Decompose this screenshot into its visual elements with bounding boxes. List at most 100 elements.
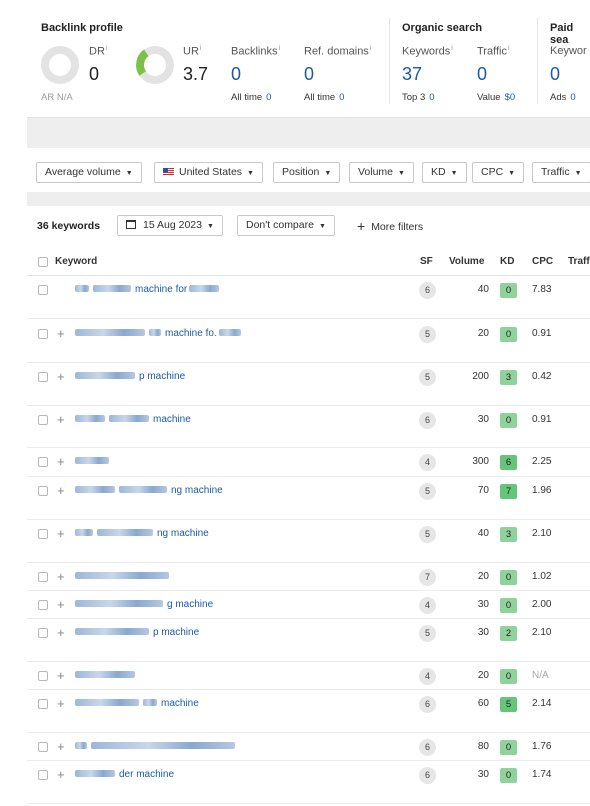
row-checkbox[interactable] bbox=[38, 529, 48, 539]
country-dropdown[interactable]: United States ▼ bbox=[154, 162, 263, 183]
table-row[interactable]: +4 20 0 N/A bbox=[27, 662, 590, 690]
keyword-link[interactable]: p machine bbox=[75, 627, 199, 638]
keyword-link[interactable] bbox=[75, 456, 113, 467]
sf-badge[interactable]: 7 bbox=[419, 569, 436, 586]
sf-badge[interactable]: 5 bbox=[419, 625, 436, 642]
sf-badge[interactable]: 5 bbox=[419, 483, 436, 500]
col-cpc[interactable]: CPC bbox=[532, 256, 553, 267]
keyword-text: ng machine bbox=[171, 485, 223, 496]
expand-plus-icon[interactable]: + bbox=[57, 768, 65, 781]
table-row[interactable]: + p machine 5 200 3 0.42 bbox=[27, 363, 590, 406]
row-checkbox[interactable] bbox=[38, 671, 48, 681]
expand-plus-icon[interactable]: + bbox=[57, 413, 65, 426]
sf-badge[interactable]: 4 bbox=[419, 454, 436, 471]
kd-filter[interactable]: KD ▼ bbox=[422, 162, 467, 183]
keyword-link[interactable]: machine bbox=[75, 698, 199, 709]
row-checkbox[interactable] bbox=[38, 699, 48, 709]
volume-cell: 20 bbox=[477, 571, 489, 582]
table-row[interactable]: + machine fo. 5 20 0 0.91 bbox=[27, 320, 590, 363]
compare-dropdown[interactable]: Don't compare ▼ bbox=[237, 215, 335, 236]
table-row[interactable]: +7 20 0 1.02 bbox=[27, 563, 590, 591]
col-keyword[interactable]: Keyword bbox=[55, 256, 97, 267]
expand-plus-icon[interactable]: + bbox=[57, 669, 65, 682]
keyword-link[interactable] bbox=[75, 670, 139, 681]
sf-badge[interactable]: 6 bbox=[419, 739, 436, 756]
expand-plus-icon[interactable]: + bbox=[57, 527, 65, 540]
keyword-link[interactable]: ng machine bbox=[75, 528, 209, 539]
expand-plus-icon[interactable]: + bbox=[57, 570, 65, 583]
info-icon: i bbox=[451, 45, 453, 52]
col-volume[interactable]: Volume bbox=[449, 256, 484, 267]
refdomains-value[interactable]: 0 bbox=[304, 64, 314, 85]
keyword-link[interactable]: g machine bbox=[75, 599, 213, 610]
paid-keywords-value[interactable]: 0 bbox=[550, 64, 560, 85]
row-checkbox[interactable] bbox=[38, 600, 48, 610]
table-row[interactable]: +6 80 0 1.76 bbox=[27, 733, 590, 761]
keyword-link[interactable]: der machine bbox=[75, 769, 174, 780]
keyword-link[interactable] bbox=[75, 571, 173, 582]
date-picker[interactable]: 15 Aug 2023 ▼ bbox=[117, 215, 223, 236]
col-traffic[interactable]: Traff bbox=[568, 256, 590, 267]
expand-plus-icon[interactable]: + bbox=[57, 327, 65, 340]
row-checkbox[interactable] bbox=[38, 572, 48, 582]
row-checkbox[interactable] bbox=[38, 770, 48, 780]
row-checkbox[interactable] bbox=[38, 742, 48, 752]
table-row[interactable]: + g machine 4 30 0 2.00 bbox=[27, 591, 590, 619]
table-row[interactable]: + p machine 5 30 2 2.10 bbox=[27, 619, 590, 662]
keyword-link[interactable]: machine fo. bbox=[75, 328, 245, 339]
keyword-link[interactable] bbox=[75, 741, 239, 752]
sf-badge[interactable]: 6 bbox=[419, 696, 436, 713]
keyword-link[interactable]: machine for bbox=[75, 284, 223, 295]
sf-badge[interactable]: 6 bbox=[419, 767, 436, 784]
more-filters-button[interactable]: + More filters bbox=[357, 218, 423, 234]
sf-badge[interactable]: 5 bbox=[419, 526, 436, 543]
sf-badge[interactable]: 4 bbox=[419, 668, 436, 685]
expand-plus-icon[interactable]: + bbox=[57, 370, 65, 383]
col-sf[interactable]: SF bbox=[420, 256, 433, 267]
select-all-checkbox[interactable] bbox=[38, 257, 48, 267]
redacted-text bbox=[75, 742, 87, 749]
expand-plus-icon[interactable]: + bbox=[57, 484, 65, 497]
table-row[interactable]: +4 300 6 2.25 bbox=[27, 448, 590, 477]
keyword-link[interactable]: machine bbox=[75, 414, 191, 425]
organic-search-title: Organic search bbox=[402, 22, 483, 34]
keyword-link[interactable]: ng machine bbox=[75, 485, 223, 496]
col-kd[interactable]: KD bbox=[500, 256, 514, 267]
volume-cell: 40 bbox=[477, 528, 489, 539]
sf-badge[interactable]: 5 bbox=[419, 326, 436, 343]
table-row[interactable]: + ng machine 5 40 3 2.10 bbox=[27, 520, 590, 563]
volume-filter[interactable]: Volume ▼ bbox=[349, 162, 414, 183]
row-checkbox[interactable] bbox=[38, 628, 48, 638]
filter-bar: Average volume ▼ United States ▼ Position ▼… bbox=[27, 148, 590, 192]
position-filter[interactable]: Position ▼ bbox=[273, 162, 341, 183]
table-row[interactable]: + ng machine 5 70 7 1.96 bbox=[27, 477, 590, 520]
row-checkbox[interactable] bbox=[38, 457, 48, 467]
sf-badge[interactable]: 4 bbox=[419, 597, 436, 614]
row-checkbox[interactable] bbox=[38, 329, 48, 339]
organic-keywords-value[interactable]: 37 bbox=[402, 64, 422, 85]
expand-plus-icon[interactable]: + bbox=[57, 626, 65, 639]
table-row[interactable]: + der machine 6 30 0 1.74 bbox=[27, 761, 590, 804]
sf-badge[interactable]: 5 bbox=[419, 369, 436, 386]
average-volume-dropdown[interactable]: Average volume ▼ bbox=[36, 162, 142, 183]
row-checkbox[interactable] bbox=[38, 372, 48, 382]
row-checkbox[interactable] bbox=[38, 285, 48, 295]
sf-badge[interactable]: 6 bbox=[419, 282, 436, 299]
kd-badge: 0 bbox=[500, 327, 517, 342]
expand-plus-icon[interactable]: + bbox=[57, 697, 65, 710]
table-row[interactable]: + machine 6 60 5 2.14 bbox=[27, 690, 590, 733]
row-checkbox[interactable] bbox=[38, 486, 48, 496]
backlinks-value[interactable]: 0 bbox=[231, 64, 241, 85]
keyword-link[interactable]: p machine bbox=[75, 371, 185, 382]
expand-plus-icon[interactable]: + bbox=[57, 455, 65, 468]
table-row[interactable]: + machine 6 30 0 0.91 bbox=[27, 406, 590, 448]
expand-plus-icon[interactable]: + bbox=[57, 598, 65, 611]
cpc-filter[interactable]: CPC ▼ bbox=[472, 162, 525, 183]
organic-traffic-value[interactable]: 0 bbox=[477, 64, 487, 85]
volume-cell: 20 bbox=[477, 328, 489, 339]
table-row[interactable]: machine for 6 40 0 7.83 bbox=[27, 276, 590, 319]
traffic-filter[interactable]: Traffic ▼ bbox=[532, 162, 590, 183]
row-checkbox[interactable] bbox=[38, 415, 48, 425]
sf-badge[interactable]: 6 bbox=[419, 412, 436, 429]
expand-plus-icon[interactable]: + bbox=[57, 740, 65, 753]
